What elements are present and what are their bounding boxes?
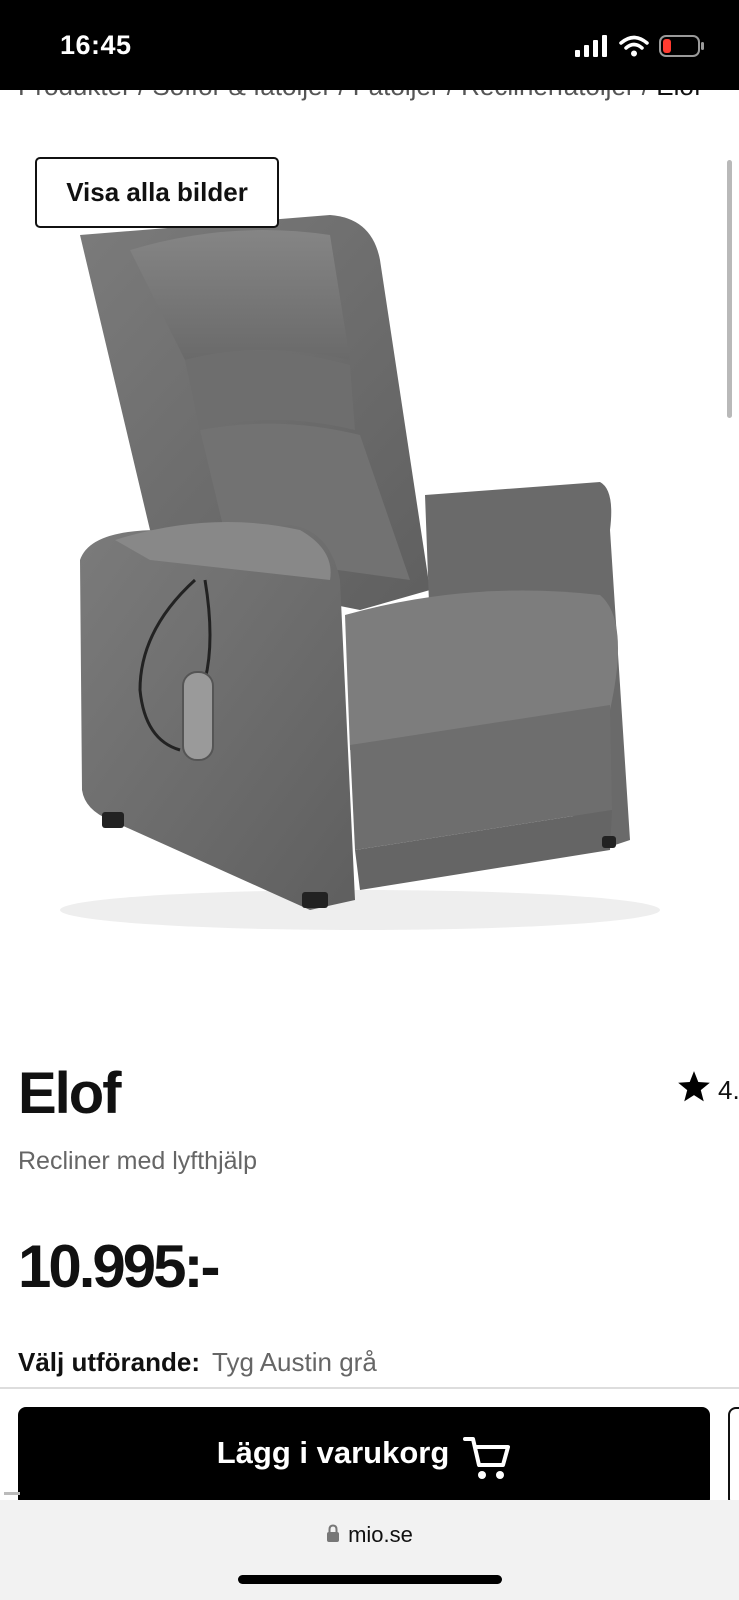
signal-icon — [575, 35, 607, 57]
breadcrumb-current: Elof — [656, 71, 702, 101]
product-rating[interactable]: 4. — [676, 1070, 739, 1111]
lock-icon — [326, 1522, 340, 1548]
product-subtitle: Recliner med lyfthjälp — [18, 1147, 257, 1175]
browser-address-bar[interactable]: mio.se — [0, 1500, 739, 1600]
url-text: mio.se — [348, 1522, 413, 1547]
variant-selector[interactable]: Välj utförande: Tyg Austin grå — [18, 1347, 377, 1378]
variant-label: Välj utförande: — [18, 1347, 201, 1377]
secondary-action-button[interactable] — [728, 1407, 739, 1507]
breadcrumb-path[interactable]: Produkter / Soffor & fåtöljer / Fåtöljer… — [18, 71, 656, 101]
battery-icon — [659, 35, 704, 57]
add-to-cart-button[interactable]: Lägg i varukorg — [18, 1407, 710, 1507]
product-image-gallery[interactable] — [0, 110, 739, 1040]
product-image — [60, 215, 660, 930]
breadcrumb[interactable]: Produkter / Soffor & fåtöljer / Fåtöljer… — [18, 66, 739, 106]
url-display[interactable]: mio.se — [0, 1522, 739, 1548]
divider — [0, 1387, 739, 1389]
product-price: 10.995:- — [18, 1233, 220, 1300]
home-indicator[interactable] — [238, 1575, 502, 1584]
variant-value[interactable]: Tyg Austin grå — [212, 1347, 377, 1377]
scroll-indicator — [4, 1492, 20, 1495]
cart-icon — [463, 1435, 511, 1489]
show-all-images-button[interactable]: Visa alla bilder — [35, 157, 279, 228]
rating-value: 4. — [718, 1075, 739, 1105]
status-time-overlay: 16:45 — [60, 30, 132, 60]
status-icons-overlay — [575, 34, 705, 58]
star-icon — [676, 1070, 712, 1111]
wifi-icon — [619, 35, 649, 57]
product-name: Elof — [18, 1061, 122, 1126]
add-to-cart-label: Lägg i varukorg — [216, 1435, 450, 1470]
gallery-scrollbar[interactable] — [727, 160, 732, 418]
